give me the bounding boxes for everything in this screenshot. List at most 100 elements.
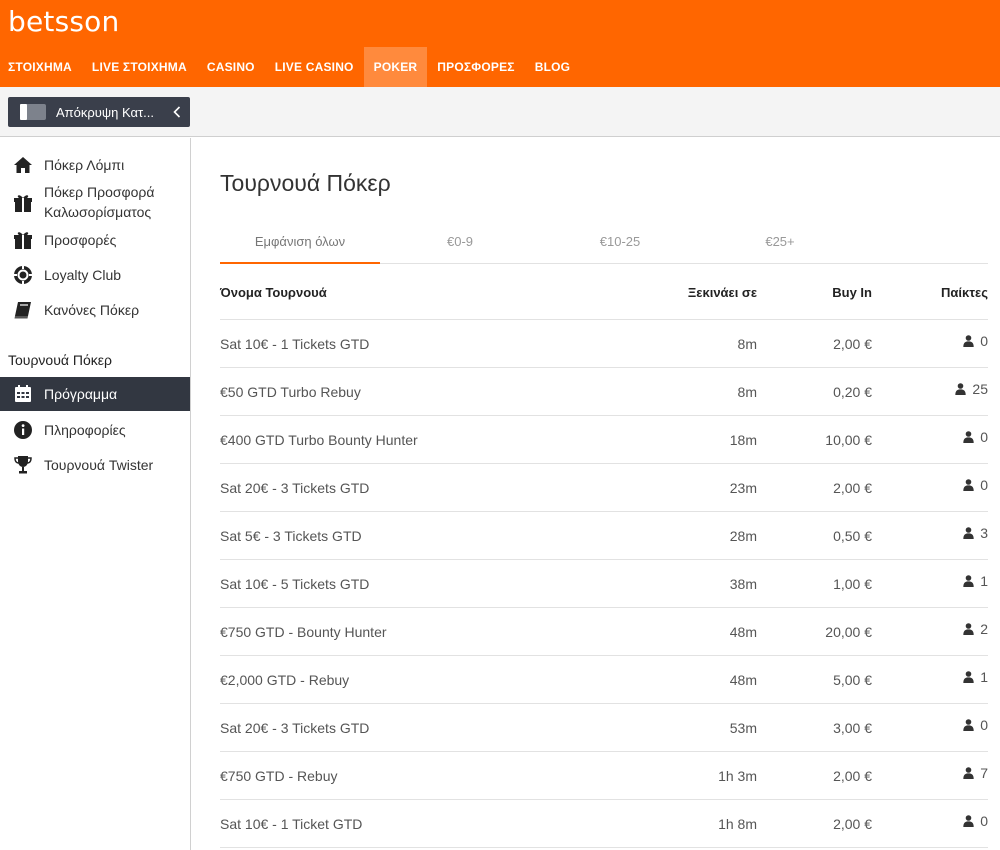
tournament-start: 48m <box>729 624 757 640</box>
player-count: 1 <box>980 573 988 589</box>
table-row[interactable]: €400 GTD Turbo Bounty Hunter 18m 10,00 € 0 <box>220 416 988 464</box>
top-header: betsson ΣΤΟΙΧΗΜΑ LIVE ΣΤΟΙΧΗΜΑ CASINO LI… <box>0 0 1000 87</box>
table-row[interactable]: €50 GTD Turbo Rebuy 8m 0,20 € 25 <box>220 368 988 416</box>
sidebar-item-label: Πληροφορίες <box>44 422 126 438</box>
sidebar-item-twister-tournaments[interactable]: Τουρνουά Twister <box>0 453 190 477</box>
tournament-buyin: 2,00 € <box>833 768 872 784</box>
table-row[interactable]: €750 GTD - Rebuy 1h 3m 2,00 € 7 <box>220 752 988 800</box>
betsson-logo[interactable]: betsson <box>8 5 119 38</box>
hide-categories-label: Απόκρυψη Κατ... <box>56 104 154 120</box>
user-icon <box>963 431 974 443</box>
column-header-players[interactable]: Παίκτες <box>941 285 988 300</box>
tournament-players: 1 <box>963 573 988 589</box>
tournament-players: 0 <box>963 333 988 349</box>
sidebar-item-poker-lobby[interactable]: Πόκερ Λόμπι <box>0 153 190 177</box>
sidebar-item-welcome-offer[interactable]: Πόκερ Προσφορά Καλωσορίσματος <box>0 182 190 222</box>
tournament-name: €2,000 GTD - Rebuy <box>220 672 350 688</box>
player-count: 0 <box>980 717 988 733</box>
sidebar-item-schedule[interactable]: Πρόγραμμα <box>0 377 190 411</box>
tournament-name: Sat 20€ - 3 Tickets GTD <box>220 480 370 496</box>
column-header-start[interactable]: Ξεκινάει σε <box>688 285 757 300</box>
tournament-buyin: 5,00 € <box>833 672 872 688</box>
home-icon <box>12 154 34 176</box>
poker-chip-icon <box>12 264 34 286</box>
table-row[interactable]: €750 GTD - Bounty Hunter 48m 20,00 € 2 <box>220 608 988 656</box>
tournament-name: €400 GTD Turbo Bounty Hunter <box>220 432 418 448</box>
nav-item-poker[interactable]: POKER <box>363 47 428 87</box>
tournament-start: 8m <box>737 384 757 400</box>
tab-show-all[interactable]: Εμφάνιση όλων <box>220 220 380 264</box>
user-icon <box>963 479 974 491</box>
tournament-players: 1 <box>963 669 988 685</box>
sidebar-item-label: Πόκερ Προσφορά <box>44 184 155 200</box>
player-count: 0 <box>980 333 988 349</box>
table-row[interactable]: Sat 20€ - 3 Tickets GTD 53m 3,00 € 0 <box>220 704 988 752</box>
tournament-start: 8m <box>737 336 757 352</box>
hide-categories-button[interactable]: Απόκρυψη Κατ... <box>8 97 190 127</box>
tournament-buyin: 2,00 € <box>833 816 872 832</box>
user-icon <box>963 575 974 587</box>
tournament-start: 48m <box>729 672 757 688</box>
gift-icon <box>12 229 34 251</box>
sidebar-item-label: Προσφορές <box>44 232 117 248</box>
sidebar-item-offers[interactable]: Προσφορές <box>0 228 190 252</box>
tournament-name: €750 GTD - Rebuy <box>220 768 338 784</box>
toggle-icon <box>20 104 46 120</box>
table-row[interactable]: Sat 20€ - 3 Tickets GTD 23m 2,00 € 0 <box>220 464 988 512</box>
tournament-buyin: 10,00 € <box>825 432 872 448</box>
tournament-name: Sat 5€ - 3 Tickets GTD <box>220 528 362 544</box>
table-header: Όνομα Τουρνουά Ξεκινάει σε Buy In Παίκτε… <box>220 264 988 320</box>
sidebar-item-loyalty-club[interactable]: Loyalty Club <box>0 263 190 287</box>
player-count: 0 <box>980 477 988 493</box>
tournament-start: 28m <box>729 528 757 544</box>
tournament-start: 18m <box>729 432 757 448</box>
tab-10-25[interactable]: €10-25 <box>540 220 700 263</box>
user-icon <box>963 767 974 779</box>
nav-item-blog[interactable]: BLOG <box>525 47 580 87</box>
tournament-players: 25 <box>955 381 988 397</box>
player-count: 0 <box>980 429 988 445</box>
nav-item-live-casino[interactable]: LIVE CASINO <box>265 47 364 87</box>
sidebar-item-label: Πόκερ Λόμπι <box>44 157 125 173</box>
sidebar-item-label: Loyalty Club <box>44 267 122 283</box>
nav-item-prosfores[interactable]: ΠΡΟΣΦΟΡΕΣ <box>427 47 524 87</box>
tournament-players: 0 <box>963 813 988 829</box>
tournament-name: Sat 10€ - 5 Tickets GTD <box>220 576 370 592</box>
sidebar-item-information[interactable]: Πληροφορίες <box>0 418 190 442</box>
gift-icon <box>12 192 34 214</box>
tab-25-plus[interactable]: €25+ <box>700 220 860 263</box>
sidebar-item-label: Κανόνες Πόκερ <box>44 302 140 318</box>
tournament-players: 3 <box>963 525 988 541</box>
player-count: 3 <box>980 525 988 541</box>
player-count: 0 <box>980 813 988 829</box>
tournament-buyin: 0,50 € <box>833 528 872 544</box>
tab-0-9[interactable]: €0-9 <box>380 220 540 263</box>
tournament-buyin: 0,20 € <box>833 384 872 400</box>
table-row[interactable]: €2,000 GTD - Rebuy 48m 5,00 € 1 <box>220 656 988 704</box>
tournament-players: 0 <box>963 717 988 733</box>
book-icon <box>12 299 34 321</box>
user-icon <box>963 335 974 347</box>
table-row[interactable]: Sat 10€ - 1 Tickets GTD 8m 2,00 € 0 <box>220 320 988 368</box>
page-title: Τουρνουά Πόκερ <box>220 170 391 196</box>
tournament-start: 1h 8m <box>718 816 757 832</box>
main-nav: ΣΤΟΙΧΗΜΑ LIVE ΣΤΟΙΧΗΜΑ CASINO LIVE CASIN… <box>0 47 580 87</box>
tournament-players: 2 <box>963 621 988 637</box>
trophy-icon <box>12 454 34 476</box>
calendar-icon <box>12 383 34 405</box>
sidebar-item-label: Πρόγραμμα <box>44 386 118 402</box>
table-row[interactable]: Sat 10€ - 5 Tickets GTD 38m 1,00 € 1 <box>220 560 988 608</box>
column-header-buyin[interactable]: Buy In <box>832 285 872 300</box>
tournament-buyin: 20,00 € <box>825 624 872 640</box>
nav-item-stoixima[interactable]: ΣΤΟΙΧΗΜΑ <box>0 47 82 87</box>
sidebar-section-title: Τουρνουά Πόκερ <box>8 352 112 368</box>
info-icon <box>12 419 34 441</box>
sidebar-item-poker-rules[interactable]: Κανόνες Πόκερ <box>0 298 190 322</box>
price-filter-tabs: Εμφάνιση όλων €0-9 €10-25 €25+ <box>220 220 988 264</box>
table-row[interactable]: Sat 5€ - 3 Tickets GTD 28m 0,50 € 3 <box>220 512 988 560</box>
nav-item-casino[interactable]: CASINO <box>197 47 265 87</box>
column-header-name[interactable]: Όνομα Τουρνουά <box>220 285 327 300</box>
nav-item-live-stoixima[interactable]: LIVE ΣΤΟΙΧΗΜΑ <box>82 47 197 87</box>
tournament-buyin: 2,00 € <box>833 480 872 496</box>
table-row[interactable]: Sat 10€ - 1 Ticket GTD 1h 8m 2,00 € 0 <box>220 800 988 848</box>
